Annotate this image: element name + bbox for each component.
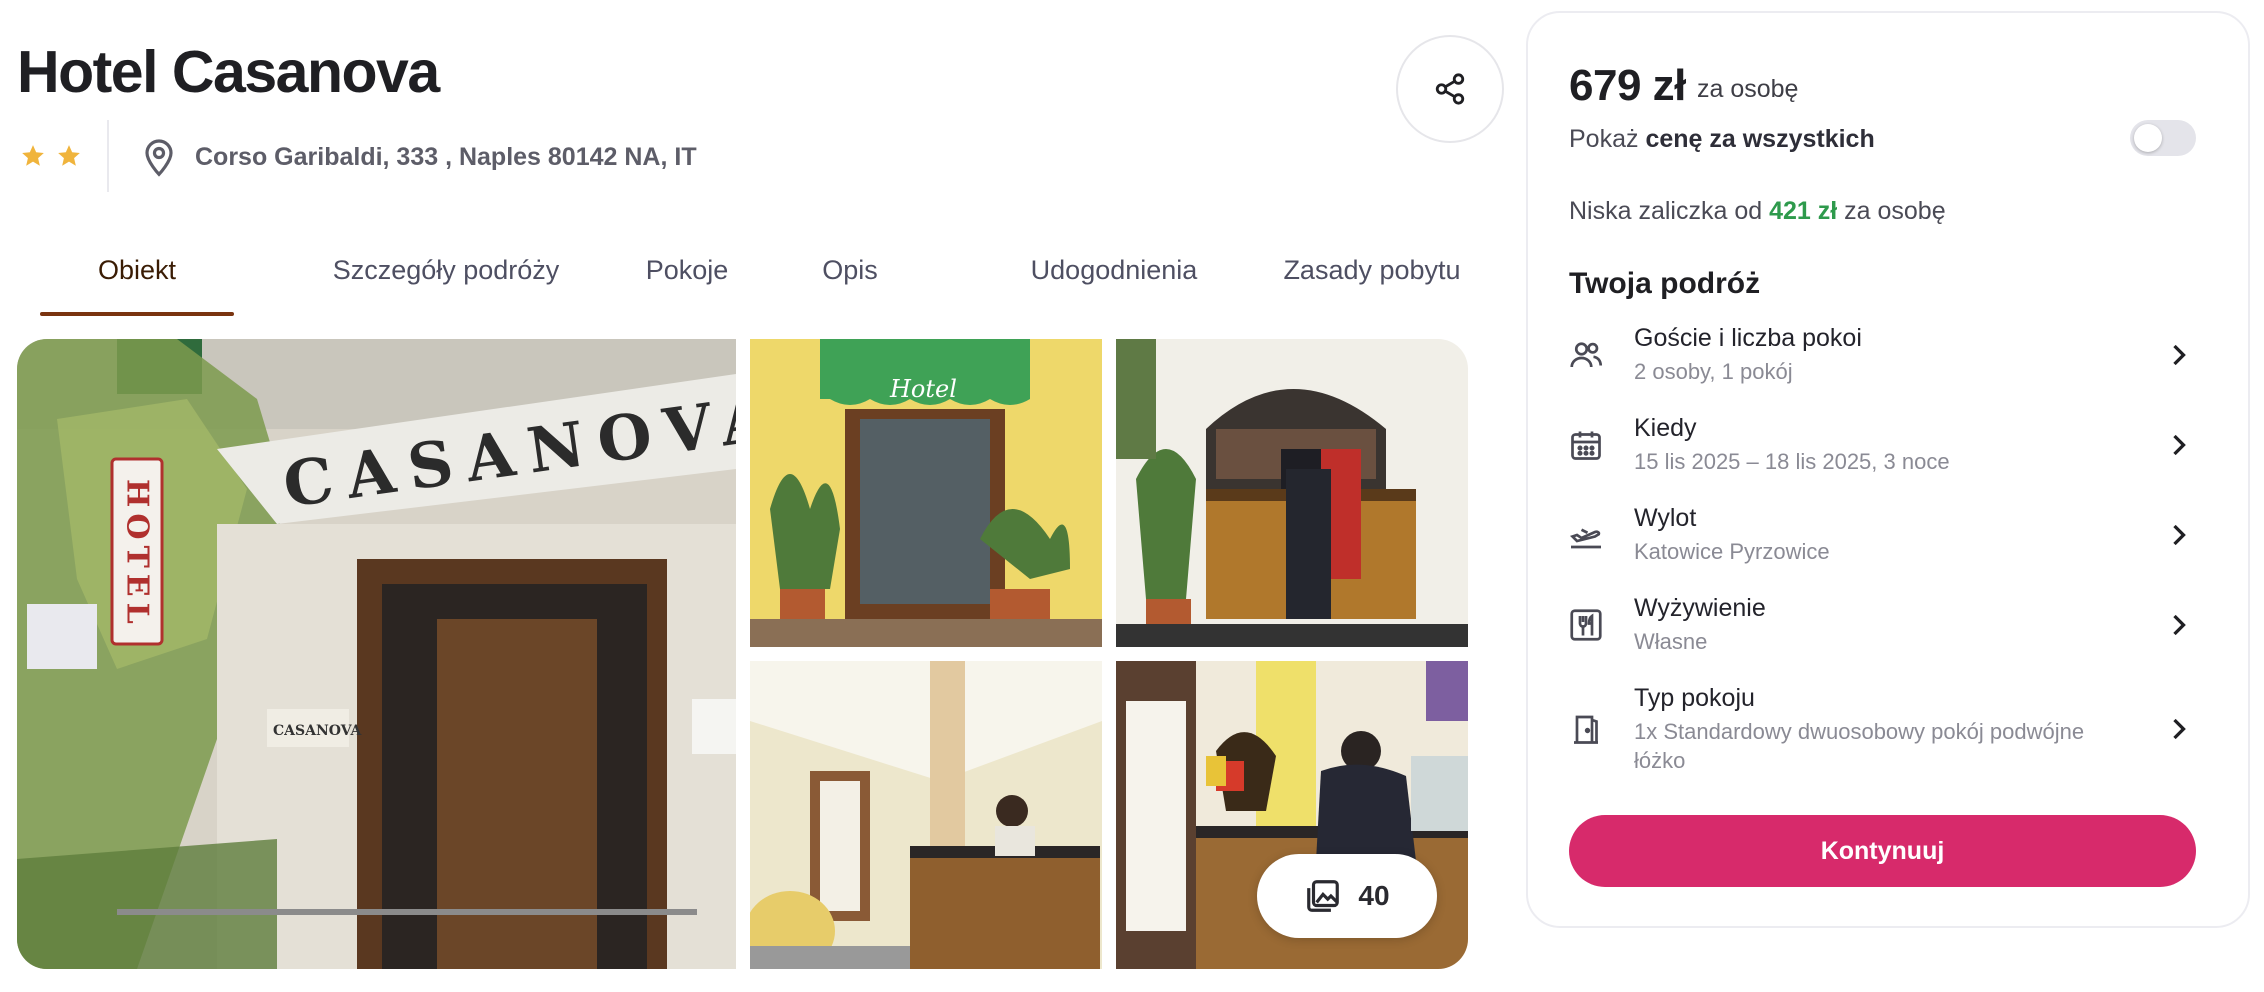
trip-row-value: Katowice Pyrzowice bbox=[1634, 539, 1830, 564]
price: 679 zł bbox=[1569, 61, 1686, 110]
continue-button[interactable]: Kontynuuj bbox=[1569, 815, 2196, 887]
deposit-amount: 421 zł bbox=[1769, 197, 1838, 225]
trip-row-room-type[interactable]: Typ pokoju 1x Standardowy dwuosobowy pok… bbox=[1560, 681, 2210, 781]
main-hotel-photo[interactable]: CASANOVA HOTEL CASANOVA bbox=[17, 339, 736, 969]
chevron-right-icon bbox=[2173, 718, 2186, 740]
share-icon bbox=[1435, 73, 1465, 105]
map-pin-icon bbox=[145, 139, 173, 177]
star-icon bbox=[58, 145, 80, 166]
tab-opis[interactable]: Opis bbox=[810, 250, 890, 314]
calendar-icon bbox=[1571, 431, 1601, 460]
chevron-right-icon bbox=[2173, 434, 2186, 456]
trip-row-value: 2 osoby, 1 pokój bbox=[1634, 359, 1793, 384]
trip-row-value: Własne bbox=[1634, 629, 1708, 654]
trip-section-title: Twoja podróż bbox=[1569, 267, 1761, 300]
star-icon bbox=[22, 145, 44, 166]
deposit-prefix: Niska zaliczka od bbox=[1569, 197, 1770, 225]
photo-plaque: CASANOVA bbox=[273, 723, 362, 739]
photo-count: 40 bbox=[1358, 880, 1390, 911]
trip-row-value: 15 lis 2025 – 18 lis 2025, 3 noce bbox=[1634, 449, 1950, 474]
tab-pokoje[interactable]: Pokoje bbox=[622, 250, 752, 314]
photo-vertical-sign: HOTEL bbox=[120, 479, 155, 630]
tab-udogodnienia[interactable]: Udogodnienia bbox=[984, 250, 1244, 314]
trip-row-value: 1x Standardowy dwuosobowy pokój podwójne… bbox=[1634, 719, 2085, 773]
chevron-right-icon bbox=[2173, 614, 2186, 636]
toggle-knob bbox=[2134, 124, 2162, 152]
gallery-photo-lobby[interactable] bbox=[750, 661, 1102, 969]
show-total-bold: cenę za wszystkich bbox=[1645, 125, 1875, 153]
divider bbox=[107, 120, 109, 192]
star-rating bbox=[20, 143, 82, 169]
awning-text: Hotel bbox=[889, 375, 957, 403]
tab-zasady-pobytu[interactable]: Zasady pobytu bbox=[1274, 250, 1470, 314]
price-unit: za osobę bbox=[1697, 75, 1799, 103]
trip-row-title: Kiedy bbox=[1634, 414, 1697, 442]
all-photos-button[interactable]: 40 bbox=[1257, 854, 1437, 938]
photo-gallery-icon bbox=[1307, 880, 1340, 912]
section-tabs: Obiekt Szczegóły podróży Pokoje Opis Udo… bbox=[40, 250, 1470, 316]
trip-row-guests[interactable]: Goście i liczba pokoi 2 osoby, 1 pokój bbox=[1560, 321, 2210, 391]
plane-icon bbox=[1570, 528, 1601, 549]
trip-row-title: Wyżywienie bbox=[1634, 594, 1766, 622]
guests-icon bbox=[1570, 342, 1603, 368]
hotel-address: Corso Garibaldi, 333 , Naples 80142 NA, … bbox=[195, 143, 697, 171]
gallery-photo-entrance[interactable]: Hotel bbox=[750, 339, 1102, 647]
chevron-right-icon bbox=[2173, 344, 2186, 366]
trip-row-meals[interactable]: Wyżywienie Własne bbox=[1560, 591, 2210, 661]
deposit-suffix: za osobę bbox=[1837, 197, 1946, 225]
chevron-right-icon bbox=[2173, 524, 2186, 546]
gallery-photo-reception[interactable] bbox=[1116, 339, 1468, 647]
trip-row-dates[interactable]: Kiedy 15 lis 2025 – 18 lis 2025, 3 noce bbox=[1560, 411, 2210, 481]
show-total-prefix: Pokaż bbox=[1569, 125, 1646, 153]
share-button[interactable] bbox=[1396, 35, 1504, 143]
hotel-title: Hotel Casanova bbox=[17, 39, 440, 105]
active-tab-indicator bbox=[40, 312, 234, 316]
tab-szczegoly-podrozy[interactable]: Szczegóły podróży bbox=[290, 250, 602, 314]
show-total-toggle[interactable] bbox=[2130, 120, 2196, 156]
tab-obiekt[interactable]: Obiekt bbox=[40, 250, 234, 314]
trip-row-title: Goście i liczba pokoi bbox=[1634, 324, 1862, 352]
deposit-info: Niska zaliczka od 421 zł za osobę bbox=[1569, 194, 1946, 228]
trip-row-flight[interactable]: Wylot Katowice Pyrzowice bbox=[1560, 501, 2210, 571]
trip-row-title: Wylot bbox=[1634, 504, 1697, 532]
cutlery-icon bbox=[1570, 609, 1602, 641]
show-total-label: Pokaż cenę za wszystkich bbox=[1569, 122, 1875, 156]
door-icon bbox=[1574, 715, 1598, 744]
trip-row-title: Typ pokoju bbox=[1634, 684, 1755, 712]
